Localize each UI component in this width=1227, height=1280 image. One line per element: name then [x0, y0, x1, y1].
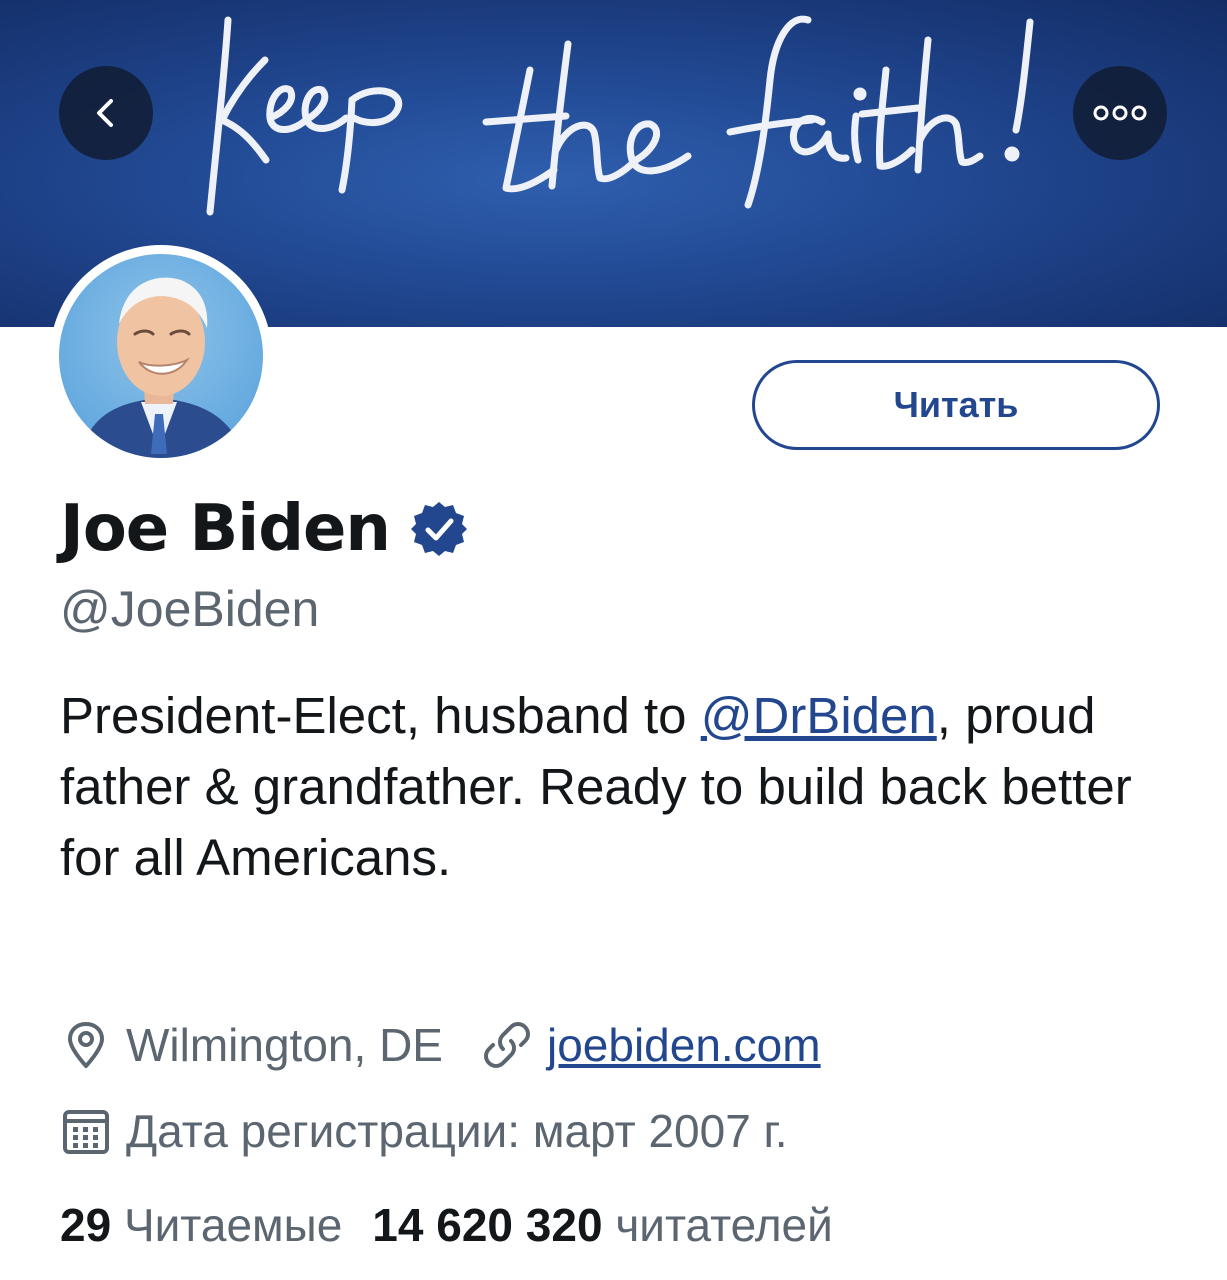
- chevron-left-icon: [97, 99, 113, 127]
- location-pin-icon: [68, 1022, 104, 1068]
- bio-text-start: President-Elect, husband to: [60, 687, 701, 744]
- following-stat[interactable]: 29 Читаемые: [60, 1199, 342, 1251]
- more-options-button[interactable]: [1073, 66, 1167, 160]
- follow-button[interactable]: Читать: [752, 360, 1160, 450]
- profile-meta-location-row: Wilmington, DE joebiden.com: [60, 1018, 821, 1072]
- profile-name-row: Joe Biden: [60, 492, 468, 566]
- followers-label: читателей: [615, 1199, 833, 1251]
- link-icon: [483, 1022, 530, 1068]
- back-button[interactable]: [59, 66, 153, 160]
- followers-stat[interactable]: 14 620 320 читателей: [372, 1199, 833, 1251]
- following-label: Читаемые: [123, 1199, 343, 1251]
- profile-meta-joined-row: Дата регистрации: март 2007 г.: [60, 1104, 788, 1158]
- more-dots-icon: [1093, 105, 1147, 121]
- profile-stats: 29 Читаемые 14 620 320 читателей: [60, 1198, 833, 1252]
- profile-location: Wilmington, DE: [126, 1019, 443, 1071]
- calendar-icon: [63, 1110, 109, 1154]
- profile-handle: @JoeBiden: [60, 581, 320, 637]
- followers-count: 14 620 320: [372, 1199, 603, 1251]
- profile-bio: President-Elect, husband to @DrBiden, pr…: [60, 680, 1180, 893]
- verified-badge-icon: [410, 502, 467, 556]
- display-name: Joe Biden: [60, 492, 391, 566]
- avatar[interactable]: [59, 254, 263, 458]
- avatar-portrait: [59, 254, 263, 458]
- avatar-container[interactable]: [50, 245, 272, 467]
- profile-website-link[interactable]: joebiden.com: [547, 1018, 821, 1072]
- profile-joined-date: Дата регистрации: март 2007 г.: [126, 1105, 788, 1157]
- bio-mention-link[interactable]: @DrBiden: [701, 687, 937, 744]
- following-count: 29: [60, 1199, 112, 1251]
